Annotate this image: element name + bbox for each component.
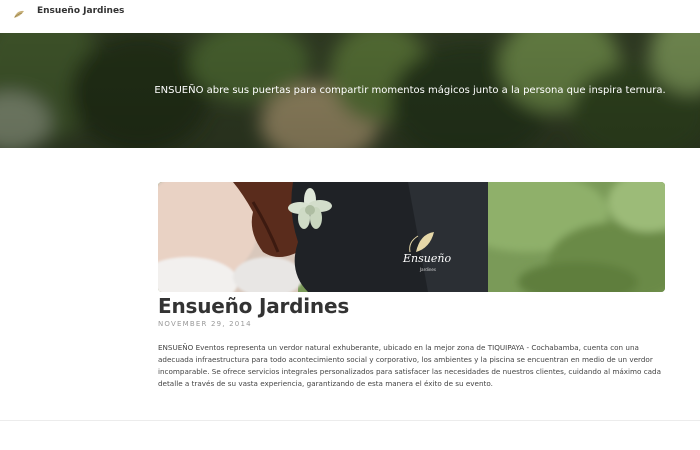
image-logo-subtext: Jardines	[419, 267, 436, 272]
featured-image[interactable]: Ensueño Jardines	[158, 182, 665, 292]
content-divider	[0, 420, 700, 421]
post-title[interactable]: Ensueño Jardines	[158, 294, 665, 318]
image-logo-wordmark: Ensueño	[402, 252, 451, 265]
hero-tagline: ENSUEÑO abre sus puertas para compartir …	[154, 85, 666, 96]
blog-post: Ensueño Jardines Ensueño Jardines NOVEMB…	[158, 182, 665, 397]
post-body: ENSUEÑO Eventos representa un verdor nat…	[158, 343, 662, 388]
hero-banner: ENSUEÑO abre sus puertas para compartir …	[0, 33, 700, 148]
site-title-link[interactable]: Ensueño Jardines	[37, 6, 124, 16]
leaf-logo-icon[interactable]	[12, 6, 26, 20]
top-navigation-bar: Ensueño Jardines	[0, 0, 700, 33]
post-date[interactable]: NOVEMBER 29, 2014	[158, 320, 665, 328]
